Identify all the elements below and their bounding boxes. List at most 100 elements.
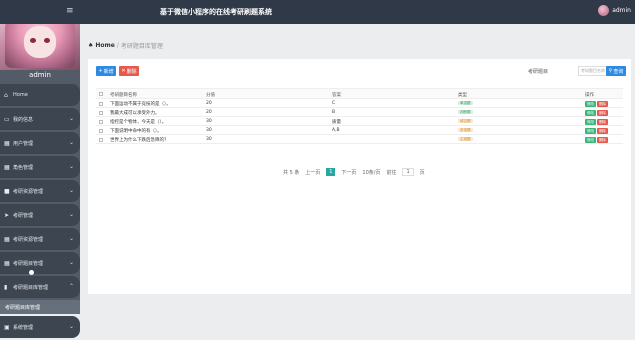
row-checkbox[interactable] — [99, 101, 103, 106]
list-icon: ■ — [4, 187, 10, 195]
row-checkbox[interactable] — [99, 119, 103, 124]
row-checkbox[interactable] — [99, 110, 103, 115]
mouse-cursor — [29, 270, 34, 275]
sidebar: admin ⌂ Home ▭ 我的信息 ⌄ ▦ 用户管理 ⌄ ▦ 角色管理 ⌄ ■ 考研资源管理… — [0, 0, 80, 338]
cell-name: 我最大成可以承受外力。 — [110, 111, 160, 116]
cell-name: 下面说明中命中的有（）。 — [110, 129, 162, 134]
home-icon: ⌂ — [4, 91, 8, 99]
select-all-checkbox[interactable] — [99, 91, 103, 96]
content-panel: + 新增 ✕ 删除 考研题目 考研题目名称 ⚲ 查询 考研题目名称 分值 答案 类型 … — [88, 59, 631, 294]
sidebar-subitem-question-bank[interactable]: 考研题目库管理 — [0, 300, 80, 314]
column-header-type[interactable]: 类型 — [458, 92, 467, 98]
cell-answer: 质量 — [332, 120, 341, 125]
sidebar-item-profile[interactable]: ▭ 我的信息 ⌄ — [0, 108, 80, 130]
sidebar-item-resources[interactable]: ■ 考研资源管理 ⌄ — [0, 180, 80, 202]
pager-page-unit: 页 — [419, 169, 425, 176]
breadcrumb: ♠ Home / 考研题目库管理 — [88, 41, 163, 50]
chevron-down-icon: ⌄ — [68, 323, 74, 330]
search-icon: ⚲ — [608, 68, 613, 74]
row-delete-button[interactable]: 删除 — [597, 110, 608, 116]
chevron-up-icon: ⌃ — [68, 283, 74, 290]
send-icon: ➤ — [4, 211, 10, 219]
question-table: 考研题目名称 分值 答案 类型 操作 下面运动不属于竞技的是（）。 20 C 单… — [96, 88, 623, 144]
delete-button[interactable]: ✕ 删除 — [119, 66, 139, 76]
page-title: 基于微信小程序的在线考研刷题系统 — [160, 8, 272, 16]
cell-answer: B — [332, 110, 336, 115]
pager-total: 共 5 条 — [283, 169, 300, 176]
pager-goto-label: 前往 — [386, 169, 397, 176]
sidebar-item-resources-2[interactable]: ▦ 考研资源管理 ⌄ — [0, 228, 80, 250]
chevron-down-icon: ⌄ — [68, 139, 74, 146]
user-avatar — [598, 5, 610, 16]
search-button[interactable]: ⚲ 查询 — [606, 66, 626, 76]
table-row: 下面运动不属于竞技的是（）。 20 C 单选题 修改 删除 — [96, 99, 623, 108]
row-delete-button[interactable]: 删除 — [597, 137, 608, 143]
column-header-name[interactable]: 考研题目名称 — [110, 92, 137, 98]
grid-icon: ▦ — [4, 259, 10, 267]
edit-button[interactable]: 修改 — [585, 128, 596, 134]
chevron-down-icon: ⌄ — [68, 235, 74, 242]
sidebar-item-kaoyan[interactable]: ➤ 考研管理 ⌄ — [0, 204, 80, 226]
grid-icon: ▦ — [4, 163, 10, 171]
type-badge: 单选题 — [458, 101, 473, 105]
row-checkbox[interactable] — [99, 137, 103, 142]
admin-name: admin — [29, 71, 51, 79]
sidebar-item-roles[interactable]: ▦ 角色管理 ⌄ — [0, 156, 80, 178]
row-checkbox[interactable] — [99, 128, 103, 133]
cell-score: 30 — [206, 119, 212, 124]
pager-prev[interactable]: 上一页 — [305, 169, 320, 176]
cell-name: 世界上为什么下跌后急降的？ — [110, 138, 169, 143]
bar-chart-icon: ▮ — [4, 283, 8, 291]
type-badge: 多选题 — [458, 128, 473, 132]
type-badge: 判断题 — [458, 110, 473, 114]
home-crumb-icon: ♠ — [88, 42, 94, 49]
chevron-down-icon: ⌄ — [68, 259, 74, 266]
pager-size-select[interactable]: 10条/页 — [362, 169, 380, 176]
search-label: 考研题目 — [528, 69, 549, 75]
sidebar-item-users[interactable]: ▦ 用户管理 ⌄ — [0, 132, 80, 154]
cell-score: 30 — [206, 137, 212, 142]
system-icon: ▣ — [4, 323, 10, 331]
pagination: 共 5 条 上一页 1 下一页 10条/页 前往 1 页 — [283, 168, 425, 176]
breadcrumb-home[interactable]: Home — [95, 42, 114, 49]
breadcrumb-separator: / — [116, 42, 119, 49]
menu-icon[interactable]: ≡ — [66, 6, 74, 16]
edit-button[interactable]: 修改 — [585, 119, 596, 125]
sidebar-item-questions[interactable]: ▦ 考研题目管理 ⌄ — [0, 252, 80, 274]
plus-icon: + — [98, 68, 103, 74]
cell-score: 20 — [206, 110, 212, 115]
row-delete-button[interactable]: 删除 — [597, 119, 608, 125]
edit-button[interactable]: 修改 — [585, 137, 596, 143]
breadcrumb-current: 考研题目库管理 — [120, 43, 163, 50]
add-button[interactable]: + 新增 — [96, 66, 116, 76]
user-name: admin — [612, 7, 631, 14]
edit-button[interactable]: 修改 — [585, 110, 596, 116]
table-row: 指控是个物体，今天是（）。 30 质量 填空题 修改 删除 — [96, 117, 623, 126]
column-header-score[interactable]: 分值 — [206, 92, 215, 98]
column-header-actions: 操作 — [585, 93, 594, 98]
cell-answer: C — [332, 101, 336, 106]
chevron-down-icon: ⌄ — [68, 115, 74, 122]
column-header-answer[interactable]: 答案 — [332, 92, 341, 98]
pager-goto-input[interactable]: 1 — [402, 168, 414, 176]
profile-icon: ▭ — [4, 115, 10, 123]
sidebar-item-system[interactable]: ▣ 系统管理 ⌄ — [0, 316, 80, 338]
type-badge: 主观题 — [458, 137, 473, 141]
main-content: ♠ Home / 考研题目库管理 + 新增 ✕ 删除 考研题目 考研题目名称 ⚲ 查询… — [80, 24, 635, 301]
pager-current-page[interactable]: 1 — [326, 168, 336, 176]
cell-score: 20 — [206, 101, 212, 106]
pager-next[interactable]: 下一页 — [341, 169, 356, 176]
row-delete-button[interactable]: 删除 — [597, 101, 608, 107]
table-row: 下面说明中命中的有（）。 30 A,B 多选题 修改 删除 — [96, 126, 623, 135]
trash-icon: ✕ — [121, 68, 126, 74]
edit-button[interactable]: 修改 — [585, 101, 596, 107]
user-menu[interactable]: admin — [598, 5, 631, 16]
table-row: 我最大成可以承受外力。 20 B 判断题 修改 删除 — [96, 108, 623, 117]
topbar: ≡ 基于微信小程序的在线考研刷题系统 admin — [0, 0, 635, 24]
cell-score: 30 — [206, 128, 212, 133]
sidebar-item-question-bank[interactable]: ▮ 考研题目库管理 ⌃ — [0, 276, 80, 298]
table-header: 考研题目名称 分值 答案 类型 操作 — [96, 88, 623, 99]
row-delete-button[interactable]: 删除 — [597, 128, 608, 134]
sidebar-item-home[interactable]: ⌂ Home — [0, 84, 80, 106]
chevron-down-icon: ⌄ — [68, 163, 74, 170]
